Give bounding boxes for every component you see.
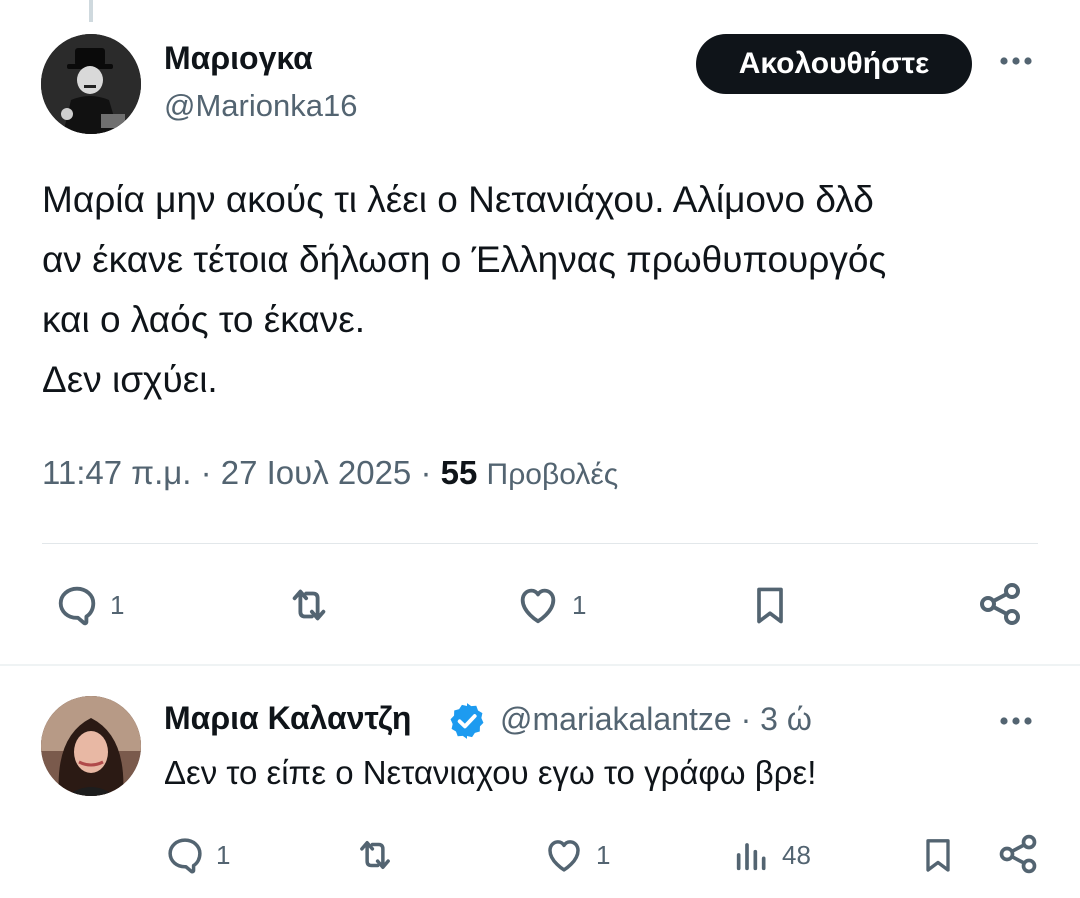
reply-author-name[interactable]: Μαρια Καλαντζη (164, 700, 411, 737)
reply-share-button[interactable] (996, 832, 1040, 876)
like-button[interactable]: 1 (514, 582, 586, 628)
bookmark-icon (926, 839, 950, 872)
reply-author-avatar[interactable] (41, 696, 141, 796)
author-handle[interactable]: @Marionka16 (164, 88, 357, 124)
meta-separator: · (420, 454, 432, 491)
reply-button[interactable]: 1 (54, 582, 124, 628)
share-icon (999, 834, 1037, 874)
share-icon (980, 583, 1020, 625)
share-button[interactable] (976, 580, 1024, 628)
bookmark-icon (757, 587, 783, 624)
section-divider (0, 664, 1080, 666)
reply-bookmark-button[interactable] (918, 832, 958, 878)
bookmark-button[interactable] (748, 580, 792, 630)
retweet-button[interactable] (284, 582, 334, 628)
views-count[interactable]: 55 (441, 454, 478, 491)
reply-retweet-button[interactable] (352, 834, 398, 876)
reply-author-handle[interactable]: @mariakalantze (500, 701, 732, 737)
more-icon[interactable] (996, 46, 1036, 76)
tweet-text-line: Μαρία μην ακούς τι λέει ο Νετανιάχου. Αλ… (42, 179, 874, 220)
author-name[interactable]: Μαριογκα (164, 40, 313, 77)
tweet-text-line: αν έκανε τέτοια δήλωση ο Έλληνας πρωθυπο… (42, 239, 887, 280)
meta-separator: · (200, 454, 212, 491)
more-icon[interactable] (996, 706, 1036, 736)
reply-views-button[interactable]: 48 (732, 834, 811, 876)
reply-age[interactable]: 3 ώ (760, 701, 812, 737)
retweet-icon (292, 589, 326, 621)
divider (42, 543, 1038, 544)
tweet-text: Μαρία μην ακούς τι λέει ο Νετανιάχου. Αλ… (42, 170, 1052, 410)
tweet-text-line: Δεν ισχύει. (42, 359, 218, 400)
reply-reply-count: 1 (216, 839, 231, 870)
reply-count: 1 (110, 589, 125, 620)
retweet-icon (360, 841, 390, 869)
follow-button[interactable]: Ακολουθήστε (696, 34, 972, 94)
tweet-date[interactable]: 27 Ιουλ 2025 (221, 454, 412, 491)
like-icon (548, 840, 580, 872)
tweet-meta: 11:47 π.μ. · 27 Ιουλ 2025 · 55 Προβολές (42, 454, 618, 492)
verified-badge-icon (446, 700, 488, 742)
reply-icon (58, 586, 96, 626)
thread-connector-line (89, 0, 93, 22)
like-count: 1 (572, 589, 587, 620)
reply-icon (168, 838, 202, 874)
reply-views-count: 48 (782, 839, 811, 870)
author-avatar[interactable] (41, 34, 141, 134)
like-icon (520, 588, 556, 624)
reply-like-button[interactable]: 1 (542, 834, 610, 876)
reply-text: Δεν το είπε ο Νετανιαχου εγω το γράφω βρ… (164, 754, 817, 791)
reply-reply-button[interactable]: 1 (164, 834, 230, 876)
reply-author-handle-line: @mariakalantze · 3 ώ (500, 701, 812, 738)
tweet-text-line: και ο λαός το έκανε. (42, 299, 365, 340)
views-label[interactable]: Προβολές (487, 458, 619, 491)
tweet-time[interactable]: 11:47 π.μ. (42, 454, 191, 491)
meta-separator: · (740, 701, 752, 737)
reply-like-count: 1 (596, 839, 611, 870)
views-icon (736, 843, 766, 871)
